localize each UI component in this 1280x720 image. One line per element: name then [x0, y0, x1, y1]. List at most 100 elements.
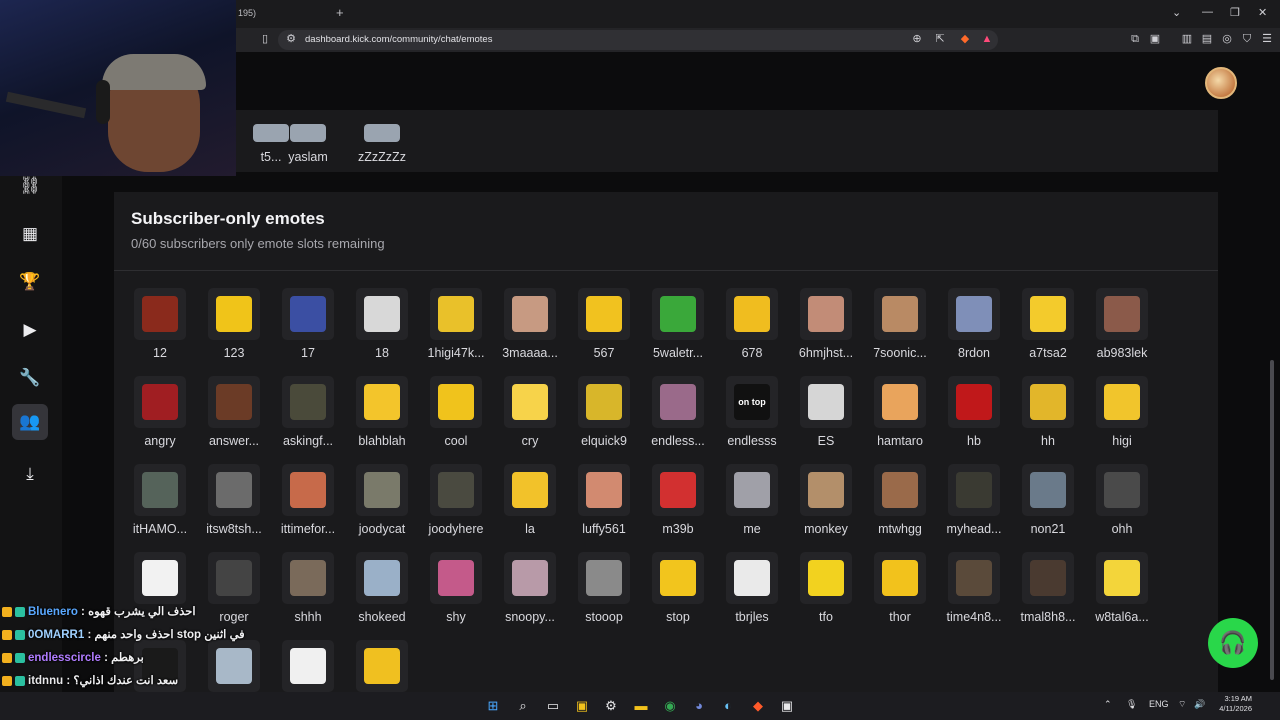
emote-item[interactable]: shokeed	[345, 552, 419, 638]
emote-item[interactable]: a7tsa2	[1011, 288, 1085, 374]
reading-list-icon[interactable]: ▥	[1180, 32, 1194, 46]
chat-username[interactable]: 0OMARR1	[28, 629, 84, 641]
sidebar-toggle-icon[interactable]: ▣	[1148, 32, 1162, 46]
emote-item[interactable]	[271, 640, 345, 692]
chrome-icon[interactable]: ◉	[661, 697, 679, 715]
brave-shields-icon[interactable]: ◆	[958, 32, 972, 46]
taskbar-clock[interactable]: 3:19 AM 4/11/2026	[1212, 694, 1252, 714]
emote-item[interactable]: answer...	[197, 376, 271, 462]
emote-item[interactable]: joodyhere	[419, 464, 493, 550]
url-text[interactable]: dashboard.kick.com/community/chat/emotes	[305, 34, 492, 45]
user-avatar[interactable]	[1205, 67, 1237, 99]
settings-icon[interactable]: ⚙	[602, 697, 620, 715]
shield-icon[interactable]: ⛉	[1240, 32, 1254, 46]
menu-icon[interactable]: ☰	[1260, 32, 1274, 46]
emote-item[interactable]: askingf...	[271, 376, 345, 462]
emote-item[interactable]: mtwhgg	[863, 464, 937, 550]
emote-item[interactable]: itHAMO...	[123, 464, 197, 550]
emote-item[interactable]: ES	[789, 376, 863, 462]
emote-item[interactable]: hb	[937, 376, 1011, 462]
emote-item[interactable]: monkey	[789, 464, 863, 550]
emote-item[interactable]: tbrjles	[715, 552, 789, 638]
emote-item[interactable]: zZzZzZz	[345, 92, 419, 178]
emote-item[interactable]: la	[493, 464, 567, 550]
windows-start-icon[interactable]: ⊞	[484, 697, 502, 715]
emote-item[interactable]: yaslam	[271, 92, 345, 178]
emote-item[interactable]: on top endlesss	[715, 376, 789, 462]
emote-item[interactable]: 678	[715, 288, 789, 374]
chat-username[interactable]: Bluenero	[28, 606, 78, 618]
emote-item[interactable]: tmal8h8...	[1011, 552, 1085, 638]
support-chat-icon[interactable]: 🎧	[1208, 618, 1258, 668]
community-icon[interactable]: 👥	[12, 404, 48, 440]
emote-item[interactable]: higi	[1085, 376, 1159, 462]
file-explorer-icon[interactable]: ▬	[632, 697, 650, 715]
emote-item[interactable]: cool	[419, 376, 493, 462]
emote-item[interactable]: hamtaro	[863, 376, 937, 462]
volume-icon[interactable]: 🔊	[1194, 699, 1205, 710]
emote-item[interactable]: myhead...	[937, 464, 1011, 550]
emote-item[interactable]: 567	[567, 288, 641, 374]
emote-item[interactable]: 18	[345, 288, 419, 374]
emote-item[interactable]: ohh	[1085, 464, 1159, 550]
site-info-icon[interactable]: ⚙	[284, 32, 298, 46]
wallet-icon[interactable]: ▤	[1200, 32, 1214, 46]
store-icon[interactable]: ▣	[573, 697, 591, 715]
emote-item[interactable]: angry	[123, 376, 197, 462]
taskbar-search-icon[interactable]: ⌕	[514, 697, 532, 715]
task-view-icon[interactable]: ▭	[544, 697, 562, 715]
emote-item[interactable]: 3maaaa...	[493, 288, 567, 374]
zoom-icon[interactable]: ⊕	[910, 32, 924, 46]
download-icon[interactable]: ⤓	[12, 456, 48, 492]
share-icon[interactable]: ⇱	[933, 32, 947, 46]
emote-item[interactable]: me	[715, 464, 789, 550]
trophy-icon[interactable]: 🏆	[12, 264, 48, 300]
app-icon[interactable]: ▣	[778, 697, 796, 715]
emote-item[interactable]: 1higi47k...	[419, 288, 493, 374]
emote-item[interactable]: 123	[197, 288, 271, 374]
tray-chevron-icon[interactable]: ⌃	[1104, 699, 1112, 710]
emote-item[interactable]: stooop	[567, 552, 641, 638]
emote-item[interactable]: snoopy...	[493, 552, 567, 638]
emote-item[interactable]: stop	[641, 552, 715, 638]
emote-item[interactable]: 6hmjhst...	[789, 288, 863, 374]
network-icon[interactable]: ⌔	[1178, 699, 1186, 710]
extensions-icon[interactable]: ⧉	[1128, 32, 1142, 46]
emote-item[interactable]: cry	[493, 376, 567, 462]
emote-item[interactable]: shy	[419, 552, 493, 638]
emote-item[interactable]: ittimefor...	[271, 464, 345, 550]
tab-list-icon[interactable]: ⌄	[1172, 6, 1181, 19]
discord-icon[interactable]: ◕	[690, 697, 708, 715]
emote-item[interactable]: 17	[271, 288, 345, 374]
emote-item[interactable]: 5waletr...	[641, 288, 715, 374]
emote-item[interactable]: endless...	[641, 376, 715, 462]
emote-item[interactable]: 12	[123, 288, 197, 374]
bookmark-icon[interactable]: ▯	[258, 32, 272, 46]
steam-icon[interactable]: ◐	[719, 697, 737, 715]
emote-item[interactable]: shhh	[271, 552, 345, 638]
emote-item[interactable]: joodycat	[345, 464, 419, 550]
emote-item[interactable]: hh	[1011, 376, 1085, 462]
language-indicator[interactable]: ENG	[1149, 699, 1169, 709]
emote-item[interactable]: m39b	[641, 464, 715, 550]
emote-item[interactable]: luffy561	[567, 464, 641, 550]
emote-item[interactable]: thor	[863, 552, 937, 638]
emote-item[interactable]	[345, 640, 419, 692]
emote-item[interactable]: 8rdon	[937, 288, 1011, 374]
emote-item[interactable]: blahblah	[345, 376, 419, 462]
emote-item[interactable]: itsw8tsh...	[197, 464, 271, 550]
emote-item[interactable]: tfo	[789, 552, 863, 638]
emote-item[interactable]: w8tal6a...	[1085, 552, 1159, 638]
minimize-icon[interactable]: —	[1202, 6, 1213, 18]
emote-item[interactable]: non21	[1011, 464, 1085, 550]
maximize-icon[interactable]: ❐	[1230, 6, 1240, 19]
emote-item[interactable]: 7soonic...	[863, 288, 937, 374]
emote-item[interactable]: time4n8...	[937, 552, 1011, 638]
page-scrollbar[interactable]	[1270, 360, 1274, 680]
emote-item[interactable]: ab983lek	[1085, 288, 1159, 374]
brave-rewards-icon[interactable]: ▲	[980, 32, 994, 46]
emote-item[interactable]: elquick9	[567, 376, 641, 462]
video-icon[interactable]: ▶	[12, 312, 48, 348]
chat-username[interactable]: endlesscircle	[28, 652, 101, 664]
new-tab-icon[interactable]: +	[336, 5, 344, 20]
